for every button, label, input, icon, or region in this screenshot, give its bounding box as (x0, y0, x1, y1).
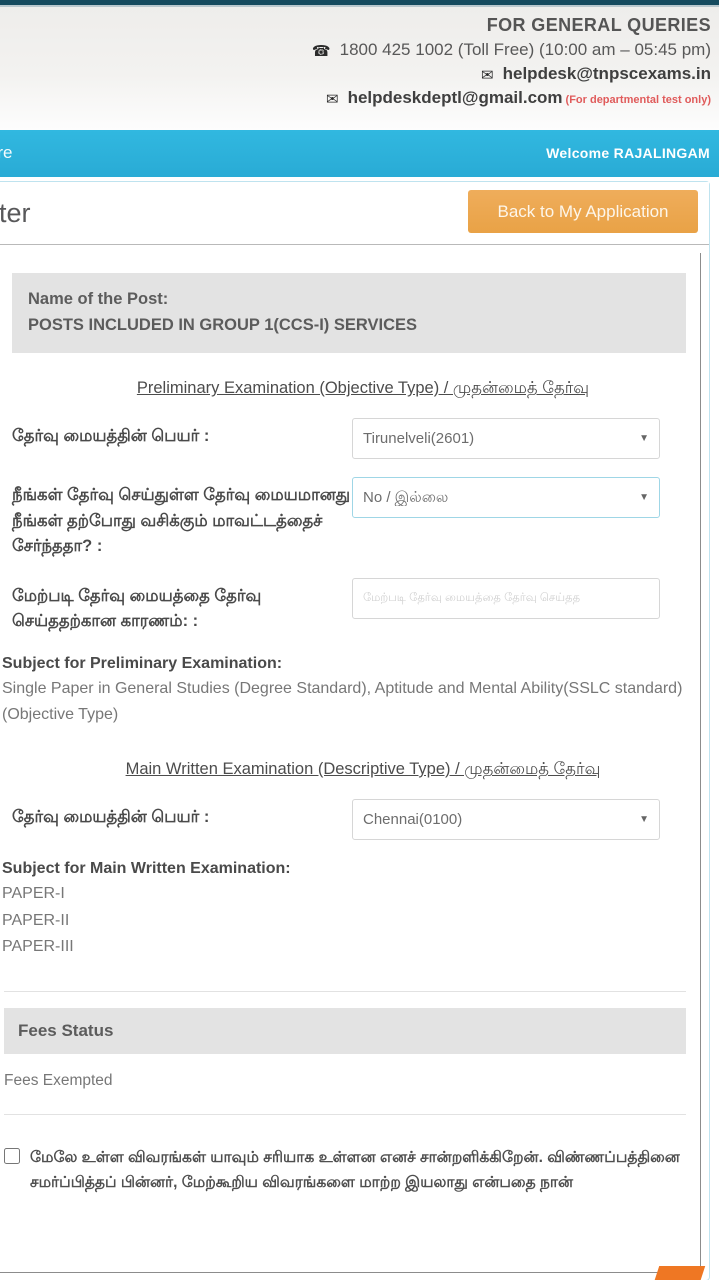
main-written-subject-block: Subject for Main Written Examination: PA… (0, 860, 700, 961)
main-written-section-heading: Main Written Examination (Descriptive Ty… (125, 760, 601, 779)
brand-block: நாடு ommission (0, 25, 212, 68)
main-written-centre-select[interactable]: Chennai(0100) (352, 799, 660, 841)
page-root: நாடு ommission FOR GENERAL QUERIES ☎ 1800… (0, 0, 719, 1280)
email-secondary[interactable]: helpdeskdeptl@gmail.com (348, 88, 563, 107)
back-to-my-application-button[interactable]: Back to My Application (468, 190, 698, 233)
preliminary-district-row: நீங்கள் தேர்வு செய்துள்ள தேர்வு மையமானது… (0, 477, 700, 560)
phone-icon: ☎ (311, 43, 331, 60)
preliminary-district-label: நீங்கள் தேர்வு செய்துள்ள தேர்வு மையமானது… (12, 486, 351, 556)
page-title: ter (0, 198, 31, 228)
preliminary-reason-row: மேற்படி தேர்வு மையத்தை தேர்வு செய்ததற்கா… (0, 577, 700, 635)
welcome-user-label: Welcome RAJALINGAM (546, 145, 710, 161)
navbar-left-label[interactable]: ion Centre (0, 143, 12, 163)
paper-item: PAPER-I (2, 885, 65, 903)
contact-block: FOR GENERAL QUERIES ☎ 1800 425 1002 (Toll… (312, 15, 711, 112)
application-panel: Name of the Post: POSTS INCLUDED IN GROU… (0, 253, 701, 1273)
email-primary-line[interactable]: ✉ helpdesk@tnpscexams.in (312, 64, 711, 84)
paper-item: PAPER-II (2, 911, 70, 929)
main-written-centre-select-wrap: Chennai(0100) ▼ (352, 799, 660, 841)
brand-english-label: ommission (0, 45, 212, 68)
preliminary-centre-label: தேர்வு மையத்தின் பெயர் : (12, 427, 210, 446)
title-row: ter Back to My Application (0, 182, 709, 245)
phone-number: 1800 425 1002 (Toll Free) (10:00 am – 05… (339, 40, 711, 59)
site-header: நாடு ommission FOR GENERAL QUERIES ☎ 1800… (0, 7, 719, 130)
paper-item: PAPER-III (2, 938, 74, 956)
post-name: POSTS INCLUDED IN GROUP 1(CCS-I) SERVICE… (28, 315, 418, 334)
preliminary-district-select-wrap: No / இல்லை ▼ (352, 477, 660, 519)
preliminary-reason-control (352, 577, 686, 619)
general-queries-title: FOR GENERAL QUERIES (486, 15, 711, 35)
email-primary[interactable]: helpdesk@tnpscexams.in (503, 64, 711, 83)
fees-status-heading: Fees Status (4, 1007, 686, 1054)
outer-card: ter Back to My Application Name of the P… (0, 181, 710, 1280)
preliminary-subject-block: Subject for Preliminary Examination: Sin… (0, 655, 700, 728)
content-wrapper: ter Back to My Application Name of the P… (0, 181, 719, 1280)
brand-tamil-label: நாடு (0, 25, 212, 45)
declaration-row: மேலே உள்ள விவரங்கள் யாவும் சரியாக உள்ளன … (4, 1145, 690, 1195)
preliminary-reason-label: மேற்படி தேர்வு மையத்தை தேர்வு செய்ததற்கா… (12, 586, 262, 631)
preliminary-reason-input[interactable] (352, 577, 660, 619)
section-divider (4, 990, 686, 992)
preliminary-district-control: No / இல்லை ▼ (352, 477, 686, 519)
navbar: ion Centre Welcome RAJALINGAM (0, 130, 719, 177)
preliminary-centre-row: தேர்வு மையத்தின் பெயர் : Tirunelveli(260… (0, 418, 700, 460)
top-accent-strip (0, 0, 719, 7)
preliminary-centre-select-wrap: Tirunelveli(2601) ▼ (352, 418, 660, 460)
main-written-centre-control: Chennai(0100) ▼ (352, 799, 686, 841)
envelope-icon: ✉ (481, 67, 494, 84)
corner-accent-shape (650, 1266, 706, 1280)
fees-divider (4, 1113, 686, 1115)
preliminary-subject-text: Single Paper in General Studies (Degree … (2, 679, 683, 724)
preliminary-subject-title: Subject for Preliminary Examination: (2, 654, 283, 672)
preliminary-district-select[interactable]: No / இல்லை (352, 477, 660, 519)
main-written-centre-label: தேர்வு மையத்தின் பெயர் : (12, 808, 210, 827)
preliminary-centre-select[interactable]: Tirunelveli(2601) (352, 418, 660, 460)
declaration-checkbox[interactable] (4, 1147, 20, 1164)
post-banner: Name of the Post: POSTS INCLUDED IN GROU… (12, 273, 686, 354)
envelope-icon-secondary: ✉ (325, 91, 339, 108)
email-secondary-note: (For departmental test only) (565, 94, 711, 106)
main-written-subject-title: Subject for Main Written Examination: (2, 860, 291, 878)
preliminary-section-heading: Preliminary Examination (Objective Type)… (136, 379, 590, 398)
main-written-centre-row: தேர்வு மையத்தின் பெயர் : Chennai(0100) ▼ (0, 799, 700, 841)
post-label: Name of the Post: (28, 290, 169, 308)
email-secondary-line[interactable]: ✉ helpdeskdeptl@gmail.com (For departmenta… (312, 88, 711, 108)
declaration-text: மேலே உள்ள விவரங்கள் யாவும் சரியாக உள்ளன … (30, 1148, 680, 1191)
fees-status-value: Fees Exempted (4, 1071, 113, 1089)
phone-line: ☎ 1800 425 1002 (Toll Free) (10:00 am – 0… (312, 40, 711, 60)
preliminary-centre-control: Tirunelveli(2601) ▼ (352, 418, 686, 460)
